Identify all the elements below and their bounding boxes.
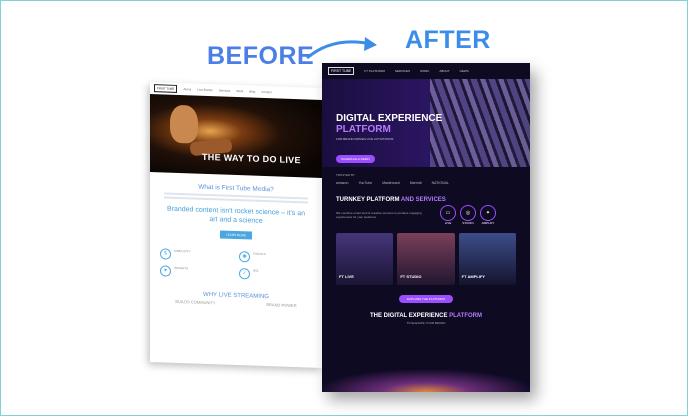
bottom-visual <box>322 370 530 392</box>
eye-icon: ◉ <box>239 251 250 263</box>
after-page: FIRST TUBE FT PLATFORM SERVICES WORK ABO… <box>322 63 530 392</box>
brand-logo: amazon <box>336 181 349 185</box>
before-col: BRAND POWER <box>266 302 297 309</box>
before-hero-text: THE WAY TO DO LIVE <box>202 151 301 166</box>
platform-row: We combine smart tech & creative service… <box>322 205 530 225</box>
platform-circle: ✦ AMPLIFY <box>480 205 496 225</box>
studio-icon: ◎ <box>460 205 476 221</box>
before-nav-item: Contact <box>261 89 272 95</box>
before-about-section: What is First Tube Media? Branded conten… <box>150 172 322 248</box>
brand-logo: YouTube <box>358 181 373 185</box>
product-card: FT AMPLIFY <box>458 233 516 285</box>
brand-logo: Marriott <box>409 181 422 185</box>
before-hero-image: THE WAY TO DO LIVE <box>150 93 322 179</box>
platform-circle: ◎ STUDIO <box>460 205 476 225</box>
platform-heading: TURNKEY PLATFORM AND SERVICES <box>336 197 446 203</box>
before-page: FIRST TUBE About Live Events Services Wo… <box>150 81 322 369</box>
before-big-text: Branded content isn't rocket science – i… <box>166 205 306 225</box>
after-nav-item: SERVICES <box>394 69 410 73</box>
after-nav-item: NEWS <box>459 69 469 73</box>
after-hero-heading: DIGITAL EXPERIENCE PLATFORM <box>336 113 443 135</box>
brand-logo: NATIONAL <box>431 181 449 185</box>
feature-item: $ SIMPLICITY <box>160 248 233 262</box>
trusted-logos: amazon YouTube Mastercard Marriott NATIO… <box>322 179 530 187</box>
before-features: $ SIMPLICITY ◉ VISUALS ♥ INSIGHTS ✓ ROI <box>150 242 322 288</box>
dollar-icon: $ <box>160 248 171 260</box>
after-demo-button: SCHEDULE A DEMO <box>336 155 375 163</box>
amplify-icon: ✦ <box>480 205 496 221</box>
before-nav-item: About <box>183 87 192 92</box>
live-icon: ▭ <box>440 205 456 221</box>
screen-wall-image <box>430 79 530 167</box>
heart-icon: ♥ <box>160 265 171 277</box>
after-title: AFTER <box>405 26 491 54</box>
bottom-sub: TO ELEVATE YOUR BRAND <box>406 321 446 325</box>
brand-logo: Mastercard <box>382 181 400 185</box>
after-nav-item: WORK <box>419 69 430 73</box>
product-card: FT STUDIO <box>397 233 455 285</box>
before-nav-item: Blog <box>249 89 256 94</box>
product-card: FT LIVE <box>336 233 394 285</box>
explore-button: EXPLORE THE PLATFORM <box>399 295 453 303</box>
before-learn-button: LEARN MORE <box>220 230 252 240</box>
after-hero-sub: FOR BRAND DRIVEN LIVE ACTIVATIONS <box>336 137 394 141</box>
after-nav-item: ABOUT <box>439 69 450 73</box>
before-title: BEFORE <box>207 42 315 70</box>
before-col: BUILDS COMMUNITY <box>175 298 216 306</box>
feature-item: ✓ ROI <box>239 268 312 282</box>
check-icon: ✓ <box>239 268 250 280</box>
after-nav-item: FT PLATFORM <box>364 69 385 73</box>
before-nav-item: Work <box>236 89 244 94</box>
feature-item: ◉ VISUALS <box>239 251 312 265</box>
singer-head <box>170 104 198 144</box>
platform-desc: We combine smart tech & creative service… <box>336 211 422 219</box>
after-nav: FIRST TUBE FT PLATFORM SERVICES WORK ABO… <box>322 63 530 79</box>
after-hero: DIGITAL EXPERIENCE PLATFORM FOR BRAND DR… <box>322 79 530 167</box>
after-logo: FIRST TUBE <box>328 67 355 75</box>
curved-arrow-icon <box>306 37 377 60</box>
product-cards: FT LIVE FT STUDIO FT AMPLIFY <box>322 225 530 289</box>
before-nav-item: Live Events <box>197 87 213 93</box>
before-logo: FIRST TUBE <box>154 84 178 93</box>
bottom-heading: THE DIGITAL EXPERIENCE PLATFORM <box>369 313 483 319</box>
before-nav-item: Services <box>218 88 231 93</box>
feature-item: ♥ INSIGHTS <box>160 265 233 279</box>
trusted-label: TRUSTED BY <box>336 173 356 177</box>
platform-circle: ▭ LIVE <box>440 205 456 225</box>
